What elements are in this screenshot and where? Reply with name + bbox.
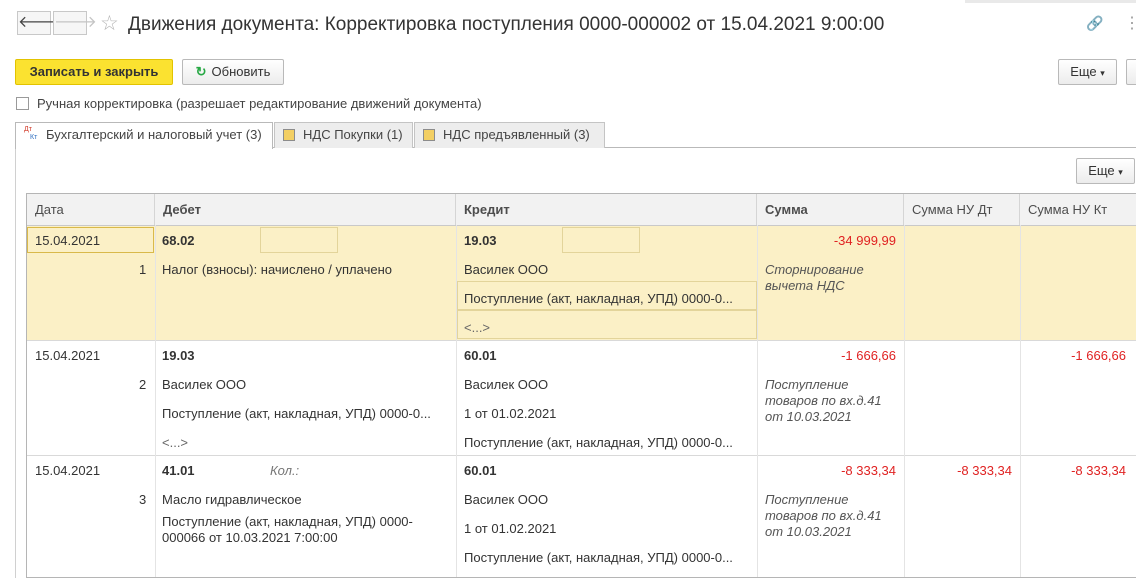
refresh-label: Обновить [211, 64, 271, 79]
row-sum-nu-dt: -8 333,34 [957, 463, 1012, 478]
column-divider [904, 225, 905, 577]
row-sum: -34 999,99 [833, 233, 896, 248]
table-row[interactable]: 15.04.2021 3 41.01 Кол.: Масло гидравлич… [27, 456, 1136, 577]
table-row[interactable]: 15.04.2021 2 19.03 Василек ООО Поступлен… [27, 341, 1136, 455]
debit-subconto-2: Поступление (акт, накладная, УПД) 0000-0… [162, 514, 413, 545]
column-header-date[interactable]: Дата [27, 194, 155, 225]
more-button[interactable]: Еще ▾ [1058, 59, 1117, 85]
tab-vat-presented[interactable]: НДС предъявленный (3) [414, 122, 605, 148]
save-and-close-button[interactable]: Записать и закрыть [15, 59, 173, 85]
table-more-label: Еще [1088, 163, 1115, 178]
credit-subconto-1: Василек ООО [464, 262, 549, 277]
credit-subconto-2: Поступление (акт, накладная, УПД) 0000-0… [464, 291, 733, 306]
link-icon[interactable]: 🔗 [1086, 15, 1103, 32]
table-header: Дата Дебет Кредит Сумма Сумма НУ Дт Сумм… [27, 194, 1136, 226]
table-row[interactable]: 15.04.2021 1 68.02 Налог (взносы): начис… [27, 226, 1136, 340]
window-top-strip [965, 0, 1136, 3]
credit-subconto-2: 1 от 01.02.2021 [464, 521, 557, 536]
row-number: 2 [139, 377, 147, 392]
column-divider [456, 225, 457, 577]
register-icon [283, 129, 295, 141]
refresh-icon: ↻ [195, 64, 207, 79]
row-date: 15.04.2021 [35, 348, 101, 363]
dt-kt-icon: Дт Кт [24, 125, 40, 143]
content-frame [15, 147, 16, 578]
column-header-sum[interactable]: Сумма [757, 194, 904, 225]
tab-accounting-label: Бухгалтерский и налоговый учет (3) [46, 127, 262, 142]
credit-account: 60.01 [464, 348, 497, 363]
more-actions-icon[interactable]: ⋮ [1124, 13, 1136, 33]
row-sum-nu-kt: -8 333,34 [1071, 463, 1126, 478]
row-number: 3 [139, 492, 147, 507]
register-icon [423, 129, 435, 141]
dt-mark: Дт [24, 126, 32, 133]
column-header-debit[interactable]: Дебет [155, 194, 456, 225]
row-content: Поступление товаров по вх.д.41 от 10.03.… [765, 377, 882, 424]
extra-toolbar-button[interactable] [1126, 59, 1136, 85]
tab-vat-purchases[interactable]: НДС Покупки (1) [274, 122, 413, 148]
chevron-down-icon: ▾ [1100, 68, 1105, 78]
more-label: Еще [1070, 64, 1097, 79]
refresh-button[interactable]: ↻ Обновить [182, 59, 284, 85]
credit-subconto-1: Василек ООО [464, 492, 549, 507]
forward-button[interactable]: 🡒 [53, 11, 97, 35]
kt-mark: Кт [30, 134, 38, 141]
credit-subconto-3: Поступление (акт, накладная, УПД) 0000-0… [464, 550, 733, 565]
tab-vat-presented-label: НДС предъявленный (3) [443, 127, 590, 142]
credit-account: 19.03 [464, 233, 497, 248]
column-divider [1020, 225, 1021, 577]
debit-account: 19.03 [162, 348, 195, 363]
debit-subconto-1: Налог (взносы): начислено / уплачено [162, 262, 392, 277]
column-header-sum-nu-dt[interactable]: Сумма НУ Дт [904, 194, 1020, 225]
subconto-cell [457, 310, 757, 339]
credit-subconto-3: Поступление (акт, накладная, УПД) 0000-0… [464, 435, 733, 450]
column-divider [757, 225, 758, 577]
row-number: 1 [139, 262, 147, 277]
row-sum: -1 666,66 [841, 348, 896, 363]
row-sum-nu-kt: -1 666,66 [1071, 348, 1126, 363]
row-content: Сторнирование вычета НДС [765, 262, 864, 293]
debit-account: 41.01 [162, 463, 195, 478]
debit-subconto-3: <...> [162, 435, 189, 450]
column-header-sum-nu-kt[interactable]: Сумма НУ Кт [1020, 194, 1136, 225]
page-title: Движения документа: Корректировка поступ… [128, 14, 885, 35]
debit-subconto-1: Масло гидравлическое [162, 492, 302, 507]
manual-correction-checkbox[interactable] [16, 97, 29, 110]
debit-account: 68.02 [162, 233, 195, 248]
debit-subconto-1: Василек ООО [162, 377, 247, 392]
chevron-down-icon: ▾ [1118, 167, 1123, 177]
back-button[interactable]: 🡐 [17, 11, 61, 35]
credit-subconto-3: <...> [464, 320, 491, 335]
row-content: Поступление товаров по вх.д.41 от 10.03.… [765, 492, 882, 539]
movements-table[interactable]: Дата Дебет Кредит Сумма Сумма НУ Дт Сумм… [26, 193, 1136, 578]
column-header-credit[interactable]: Кредит [456, 194, 757, 225]
tab-vat-purchases-label: НДС Покупки (1) [303, 127, 403, 142]
row-date: 15.04.2021 [35, 463, 101, 478]
debit-subconto-2: Поступление (акт, накладная, УПД) 0000-0… [162, 406, 431, 421]
table-more-button[interactable]: Еще ▾ [1076, 158, 1135, 184]
credit-account: 60.01 [464, 463, 497, 478]
subconto-cell [260, 227, 338, 253]
credit-subconto-1: Василек ООО [464, 377, 549, 392]
credit-subconto-2: 1 от 01.02.2021 [464, 406, 557, 421]
favorite-star-icon[interactable]: ☆ [100, 11, 119, 36]
debit-quantity-label: Кол.: [270, 463, 300, 478]
row-sum: -8 333,34 [841, 463, 896, 478]
row-date: 15.04.2021 [35, 233, 101, 248]
tab-accounting[interactable]: Дт Кт Бухгалтерский и налоговый учет (3) [15, 122, 273, 149]
manual-correction-label: Ручная корректировка (разрешает редактир… [37, 96, 482, 111]
column-divider [155, 225, 156, 577]
subconto-cell [562, 227, 640, 253]
